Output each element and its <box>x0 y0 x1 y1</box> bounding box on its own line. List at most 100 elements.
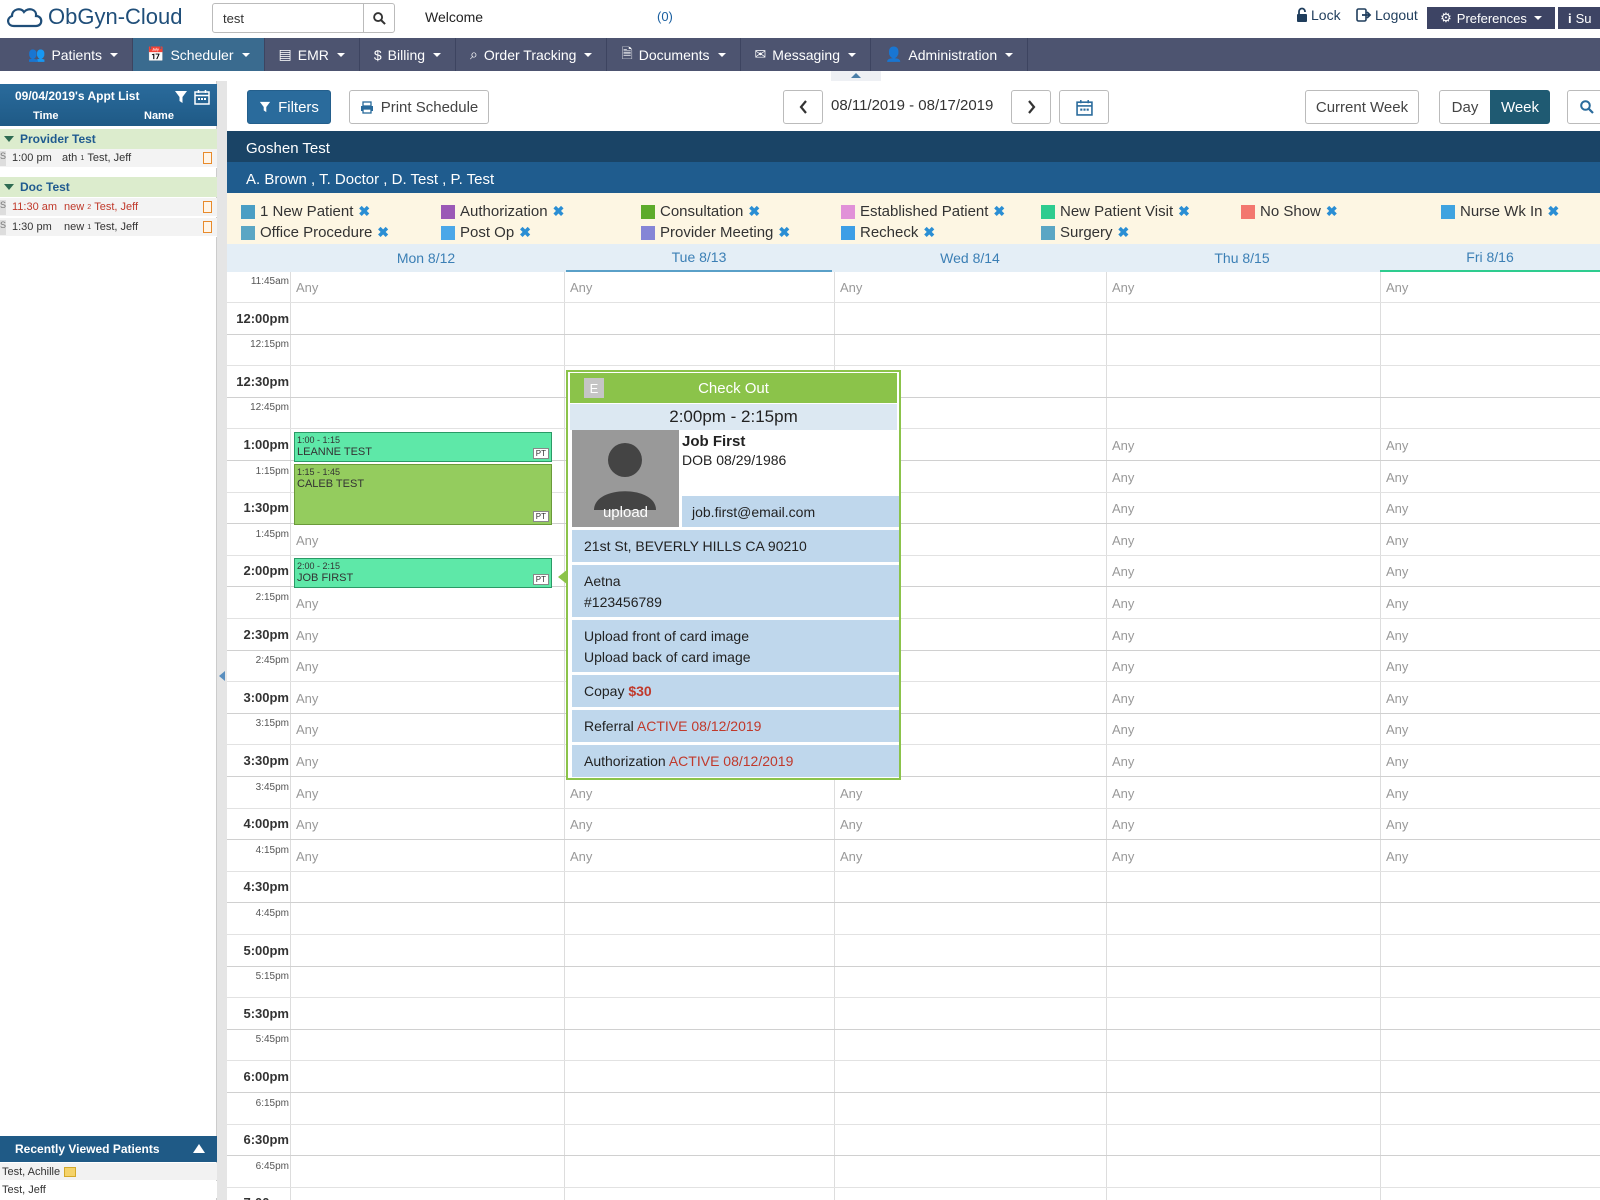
schedule-slot[interactable] <box>1381 999 1600 1031</box>
schedule-slot[interactable]: Any <box>1107 272 1378 304</box>
schedule-slot[interactable]: Any <box>1107 714 1378 746</box>
legend-item[interactable]: No Show ✖ <box>1241 203 1338 220</box>
schedule-slot[interactable] <box>291 999 560 1031</box>
provider-group[interactable]: Provider Test <box>0 129 217 149</box>
legend-item[interactable]: 1 New Patient ✖ <box>241 203 370 220</box>
search-button[interactable] <box>363 3 395 33</box>
legend-item[interactable]: Authorization ✖ <box>441 203 564 220</box>
day-header-mon[interactable]: Mon 8/12 <box>290 244 562 272</box>
schedule-slot[interactable] <box>835 1030 1104 1062</box>
schedule-slot[interactable] <box>1381 304 1600 336</box>
schedule-slot[interactable] <box>1107 1157 1378 1189</box>
schedule-slot[interactable] <box>565 1125 832 1157</box>
schedule-slot[interactable]: Any <box>291 651 560 683</box>
insurance-box[interactable]: Aetna #123456789 <box>572 565 899 617</box>
schedule-slot[interactable]: Any <box>835 778 1104 810</box>
schedule-slot[interactable]: Any <box>1107 620 1378 652</box>
nav-scheduler[interactable]: 📅 Scheduler <box>133 38 265 71</box>
nav-documents[interactable]: 🗎 Documents <box>607 38 741 71</box>
close-icon[interactable]: ✖ <box>377 224 389 241</box>
schedule-slot[interactable]: Any <box>1107 746 1378 778</box>
schedule-slot[interactable]: Any <box>1381 525 1600 557</box>
authorization-box[interactable]: Authorization ACTIVE 08/12/2019 <box>572 745 899 777</box>
close-icon[interactable]: ✖ <box>778 224 790 241</box>
schedule-slot[interactable] <box>565 1188 832 1200</box>
schedule-slot[interactable] <box>1107 304 1378 336</box>
schedule-slot[interactable] <box>291 367 560 399</box>
schedule-slot[interactable] <box>1107 1030 1378 1062</box>
patient-name[interactable]: Job First <box>682 433 745 450</box>
recent-patient[interactable]: Test, Jeff <box>0 1181 217 1198</box>
schedule-slot[interactable]: Any <box>291 714 560 746</box>
schedule-slot[interactable]: Any <box>1107 683 1378 715</box>
recent-patient[interactable]: Test, Achille <box>0 1163 217 1180</box>
appointment-event[interactable]: 1:00 - 1:15 LEANNE TEST PT <box>294 432 552 462</box>
location-name[interactable]: Goshen Test <box>246 140 330 157</box>
nav-order-tracking[interactable]: ⌕ Order Tracking <box>456 38 608 71</box>
schedule-slot[interactable] <box>835 936 1104 968</box>
appt-row[interactable]: S 1:00 pm ath 1 Test, Jeff <box>0 149 217 168</box>
legend-item[interactable]: Provider Meeting ✖ <box>641 224 790 241</box>
schedule-slot[interactable] <box>1381 1094 1600 1126</box>
schedule-slot[interactable]: Any <box>291 841 560 873</box>
lock-button[interactable]: Lock <box>1296 7 1341 23</box>
provider-group[interactable]: Doc Test <box>0 177 217 197</box>
day-header-thu[interactable]: Thu 8/15 <box>1106 244 1378 272</box>
legend-item[interactable]: Established Patient ✖ <box>841 203 1005 220</box>
close-icon[interactable]: ✖ <box>519 224 531 241</box>
close-icon[interactable]: ✖ <box>1118 224 1130 241</box>
appointment-event[interactable]: 2:00 - 2:15 JOB FIRST PT <box>294 558 552 588</box>
schedule-slot[interactable] <box>291 1062 560 1094</box>
schedule-slot[interactable] <box>291 304 560 336</box>
schedule-slot[interactable] <box>1381 1125 1600 1157</box>
schedule-slot[interactable] <box>291 967 560 999</box>
schedule-slot[interactable] <box>291 872 560 904</box>
schedule-slot[interactable] <box>291 1125 560 1157</box>
support-menu[interactable]: i Su <box>1558 7 1600 29</box>
filters-button[interactable]: Filters <box>247 90 331 124</box>
schedule-slot[interactable] <box>1381 936 1600 968</box>
schedule-slot[interactable]: Any <box>291 746 560 778</box>
schedule-slot[interactable] <box>1381 1030 1600 1062</box>
zoom-search-button[interactable] <box>1567 90 1600 124</box>
appointment-event[interactable]: 1:15 - 1:45 CALEB TEST PT <box>294 463 552 525</box>
schedule-slot[interactable]: Any <box>1381 841 1600 873</box>
schedule-slot[interactable] <box>1107 872 1378 904</box>
date-picker-button[interactable] <box>1059 90 1109 124</box>
schedule-slot[interactable]: Any <box>291 778 560 810</box>
edit-badge[interactable]: E <box>584 378 604 398</box>
legend-item[interactable]: Consultation ✖ <box>641 203 760 220</box>
schedule-slot[interactable] <box>835 999 1104 1031</box>
week-view-button[interactable]: Week <box>1490 90 1550 124</box>
schedule-slot[interactable]: Any <box>1107 556 1378 588</box>
schedule-slot[interactable] <box>835 967 1104 999</box>
schedule-slot[interactable] <box>835 872 1104 904</box>
legend-item[interactable]: New Patient Visit ✖ <box>1041 203 1190 220</box>
schedule-slot[interactable]: Any <box>1107 462 1378 494</box>
schedule-slot[interactable] <box>291 1094 560 1126</box>
logout-button[interactable]: Logout <box>1356 7 1418 23</box>
schedule-slot[interactable] <box>835 335 1104 367</box>
schedule-slot[interactable]: Any <box>835 272 1104 304</box>
close-icon[interactable]: ✖ <box>923 224 935 241</box>
schedule-slot[interactable] <box>291 904 560 936</box>
schedule-slot[interactable] <box>1107 398 1378 430</box>
schedule-slot[interactable]: Any <box>1107 841 1378 873</box>
appt-row[interactable]: S 1:30 pm new 1 Test, Jeff <box>0 218 217 237</box>
schedule-slot[interactable]: Any <box>1107 588 1378 620</box>
nav-administration[interactable]: 👤 Administration <box>871 38 1029 71</box>
schedule-slot[interactable] <box>835 1062 1104 1094</box>
schedule-slot[interactable] <box>1107 904 1378 936</box>
schedule-slot[interactable]: Any <box>1381 493 1600 525</box>
print-schedule-button[interactable]: Print Schedule <box>349 90 489 124</box>
schedule-slot[interactable] <box>1107 335 1378 367</box>
note-icon[interactable] <box>203 201 212 213</box>
schedule-slot[interactable] <box>565 1157 832 1189</box>
schedule-slot[interactable] <box>835 1125 1104 1157</box>
schedule-slot[interactable]: Any <box>1107 493 1378 525</box>
schedule-slot[interactable] <box>565 967 832 999</box>
schedule-slot[interactable]: Any <box>1381 809 1600 841</box>
legend-item[interactable]: Surgery ✖ <box>1041 224 1129 241</box>
note-icon[interactable] <box>203 152 212 164</box>
appt-row[interactable]: S 11:30 am new 2 Test, Jeff <box>0 198 217 217</box>
